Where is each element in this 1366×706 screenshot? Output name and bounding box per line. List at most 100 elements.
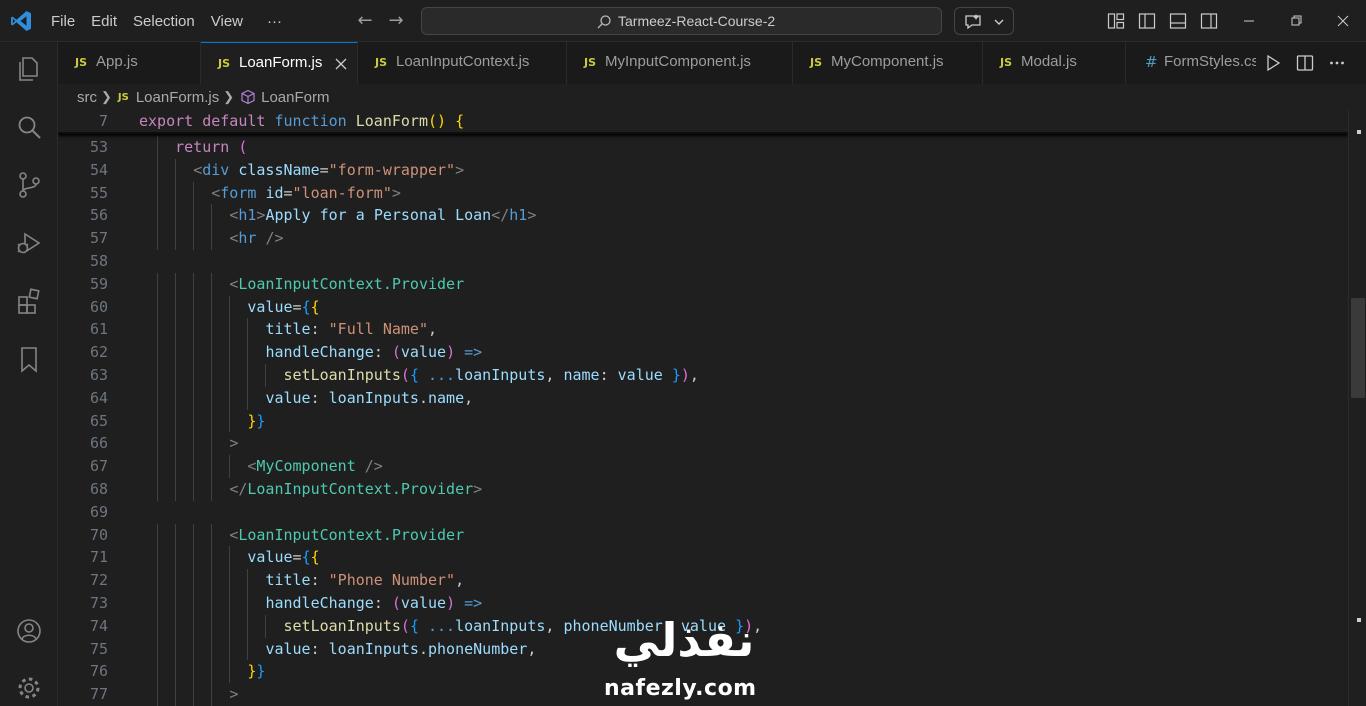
code-line[interactable]: 61 title: "Full Name", <box>58 318 1348 341</box>
run-and-debug-icon[interactable] <box>14 228 44 258</box>
breadcrumb-file[interactable]: LoanForm.js <box>136 89 219 106</box>
indent-guide <box>157 318 159 342</box>
code-text: </LoanInputContext.Provider> <box>229 480 483 498</box>
code-line[interactable]: 54 <div className="form-wrapper"> <box>58 159 1348 182</box>
explorer-icon[interactable] <box>14 53 44 83</box>
code-line[interactable]: 64 value: loanInputs.name, <box>58 387 1348 410</box>
breadcrumb-folder[interactable]: src <box>77 89 97 106</box>
toggle-primary-sidebar-icon[interactable] <box>1138 12 1156 30</box>
vscode-logo-icon[interactable] <box>9 9 33 33</box>
code-text: value: loanInputs.name, <box>265 388 474 407</box>
command-center-search[interactable]: Tarmeez-React-Course-2 <box>421 7 942 35</box>
code-line[interactable]: 68 </LoanInputContext.Provider> <box>58 478 1348 501</box>
settings-gear-icon[interactable] <box>14 673 44 703</box>
customize-layout-icon[interactable] <box>1107 12 1125 30</box>
toggle-secondary-sidebar-icon[interactable] <box>1200 12 1218 30</box>
code-line[interactable]: 69 <box>58 501 1348 524</box>
code-line[interactable]: 65 }} <box>58 410 1348 433</box>
line-number: 54 <box>89 160 108 179</box>
menu-edit[interactable]: Edit <box>84 13 124 30</box>
tab-app-js[interactable]: JS App.js <box>58 42 201 84</box>
breadcrumb-symbol[interactable]: LoanForm <box>261 89 329 106</box>
code-text: title: "Full Name", <box>265 320 438 339</box>
code-line[interactable]: 72 title: "Phone Number", <box>58 569 1348 592</box>
indent-guide <box>157 204 159 228</box>
tab-modal-js[interactable]: JS Modal.js <box>983 42 1126 84</box>
scrollbar-thumb[interactable] <box>1351 298 1365 398</box>
line-number: 64 <box>89 388 108 407</box>
tab-label: App.js <box>96 53 138 70</box>
extensions-icon[interactable] <box>14 286 44 316</box>
indent-guide <box>211 409 213 433</box>
indent-guide <box>211 272 213 296</box>
menu-file[interactable]: File <box>44 13 82 30</box>
code-line[interactable]: 67 <MyComponent /> <box>58 455 1348 478</box>
more-actions-icon[interactable] <box>1328 54 1346 72</box>
copilot-button[interactable] <box>954 7 1014 35</box>
code-line[interactable]: 60 value={{ <box>58 296 1348 319</box>
tab-label: LoanInputContext.js <box>396 53 530 70</box>
code-line[interactable]: 53 return ( <box>58 136 1348 159</box>
account-icon[interactable] <box>14 616 44 646</box>
tab-formstyles-css[interactable]: # FormStyles.cs <box>1126 42 1266 84</box>
code-line[interactable]: 66 > <box>58 432 1348 455</box>
code-line[interactable]: 55 <form id="loan-form"> <box>58 182 1348 205</box>
line-number: 77 <box>89 685 108 704</box>
sticky-scroll-line[interactable]: 7 export default function LoanForm() { <box>58 110 1348 134</box>
indent-guide <box>193 341 195 364</box>
code-line[interactable]: 58 <box>58 250 1348 273</box>
indent-guide <box>157 158 159 182</box>
indent-guide <box>175 181 177 205</box>
menu-more[interactable]: ··· <box>260 13 289 30</box>
code-line[interactable]: 71 value={{ <box>58 546 1348 569</box>
editor-scrollbar[interactable] <box>1348 110 1366 706</box>
menu-view[interactable]: View <box>204 13 250 30</box>
minimize-icon[interactable] <box>1240 12 1258 30</box>
indent-guide <box>193 295 195 319</box>
split-editor-icon[interactable] <box>1296 54 1314 72</box>
js-file-icon: JS <box>75 56 88 69</box>
search-sidebar-icon[interactable] <box>14 113 44 143</box>
code-line[interactable]: 56 <h1>Apply for a Personal Loan</h1> <box>58 204 1348 227</box>
line-number: 56 <box>89 206 108 225</box>
scroll-marker <box>1357 130 1361 134</box>
indent-guide <box>193 455 195 478</box>
tab-myinputcomponent-js[interactable]: JS MyInputComponent.js <box>567 42 793 84</box>
forward-arrow-icon[interactable]: → <box>386 11 406 31</box>
code-line[interactable]: 70 <LoanInputContext.Provider <box>58 524 1348 547</box>
tab-loanform-js[interactable]: JS LoanForm.js <box>201 42 358 84</box>
indent-guide <box>229 660 231 684</box>
back-arrow-icon[interactable]: ← <box>355 11 375 31</box>
source-control-icon[interactable] <box>14 170 44 200</box>
line-number: 65 <box>89 411 108 430</box>
js-file-icon: JS <box>1000 56 1013 69</box>
indent-guide <box>157 227 159 250</box>
indent-guide <box>175 409 177 433</box>
toggle-panel-icon[interactable] <box>1169 12 1187 30</box>
indent-guide <box>193 432 195 456</box>
code-line[interactable]: 57 <hr /> <box>58 227 1348 250</box>
line-number: 76 <box>89 662 108 681</box>
close-tab-icon[interactable] <box>333 56 349 72</box>
code-text: return ( <box>175 138 248 156</box>
indent-guide <box>157 569 159 592</box>
indent-guide <box>157 364 159 387</box>
code-line[interactable]: 62 handleChange: (value) => <box>58 341 1348 364</box>
tab-loaninputcontext-js[interactable]: JS LoanInputContext.js <box>358 42 567 84</box>
close-window-icon[interactable] <box>1334 12 1352 30</box>
run-file-icon[interactable] <box>1264 54 1282 72</box>
tab-mycomponent-js[interactable]: JS MyComponent.js <box>793 42 983 84</box>
line-number: 57 <box>89 229 108 248</box>
line-number: 61 <box>89 320 108 339</box>
code-line[interactable]: 59 <LoanInputContext.Provider <box>58 273 1348 296</box>
search-icon <box>597 15 611 29</box>
code-line[interactable]: 63 setLoanInputs({ ...loanInputs, name: … <box>58 364 1348 387</box>
editor-tab-bar: JS App.js JS LoanForm.js JS LoanInputCon… <box>58 42 1366 84</box>
indent-guide <box>157 660 159 684</box>
js-file-icon: JS <box>218 57 231 70</box>
menu-selection[interactable]: Selection <box>126 13 202 30</box>
indent-guide <box>247 386 249 410</box>
code-text: <h1>Apply for a Personal Loan</h1> <box>229 206 537 225</box>
restore-icon[interactable] <box>1287 12 1305 30</box>
bookmarks-icon[interactable] <box>14 344 44 374</box>
